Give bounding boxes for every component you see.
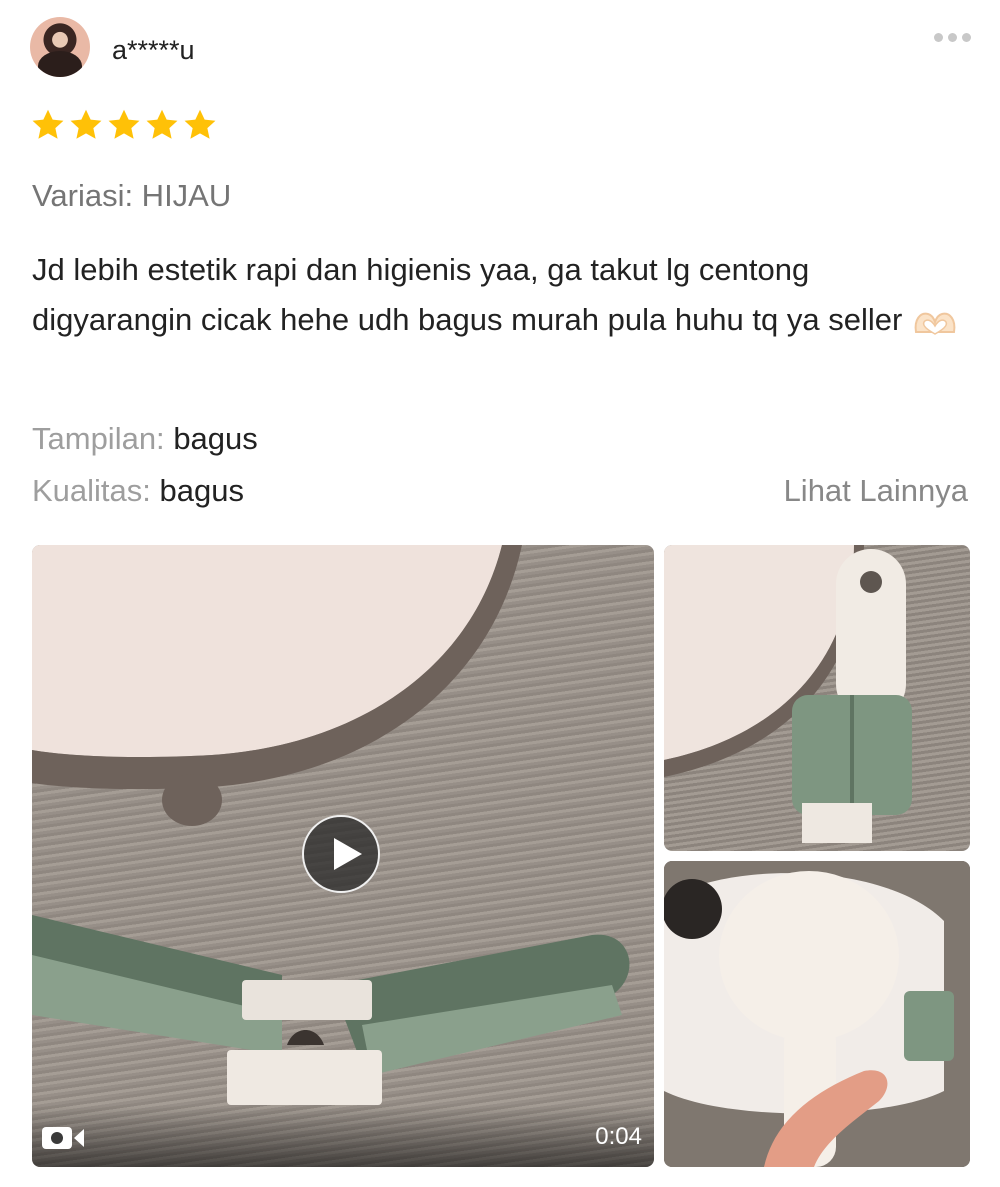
attribute-tampilan: Tampilan: bagus xyxy=(32,421,258,457)
star-icon xyxy=(32,109,64,139)
review-header: a*****u xyxy=(30,17,975,79)
more-options-icon[interactable] xyxy=(934,33,971,42)
variation-label: Variasi: HIJAU xyxy=(32,178,232,213)
star-icon xyxy=(108,109,140,139)
photo-frame xyxy=(664,545,912,843)
video-info-bar: 0:04 xyxy=(32,1105,654,1167)
attribute-kualitas: Kualitas: bagus xyxy=(32,473,244,509)
rice-paddle-holder-photo[interactable] xyxy=(664,545,970,851)
avatar[interactable] xyxy=(30,17,90,77)
star-icon xyxy=(184,109,216,139)
rice-paddle-photo[interactable] xyxy=(664,861,970,1167)
review-video[interactable]: 0:04 xyxy=(32,545,654,1167)
video-duration: 0:04 xyxy=(595,1123,642,1150)
rating-stars xyxy=(30,107,218,143)
heart-hands-icon xyxy=(914,312,956,335)
review-body: Jd lebih estetik rapi dan higienis yaa, … xyxy=(32,252,903,337)
username: a*****u xyxy=(112,35,195,65)
photo-frame xyxy=(664,861,970,1167)
attribute-value: bagus xyxy=(159,473,244,508)
see-more-link[interactable]: Lihat Lainnya xyxy=(784,473,968,509)
video-camera-icon xyxy=(42,1127,84,1149)
attribute-value: bagus xyxy=(173,421,258,456)
play-icon[interactable] xyxy=(302,815,380,893)
star-icon xyxy=(70,109,102,139)
star-icon xyxy=(146,109,178,139)
review-text: Jd lebih estetik rapi dan higienis yaa, … xyxy=(32,245,967,345)
attribute-label: Tampilan: xyxy=(32,421,165,456)
attribute-label: Kualitas: xyxy=(32,473,151,508)
